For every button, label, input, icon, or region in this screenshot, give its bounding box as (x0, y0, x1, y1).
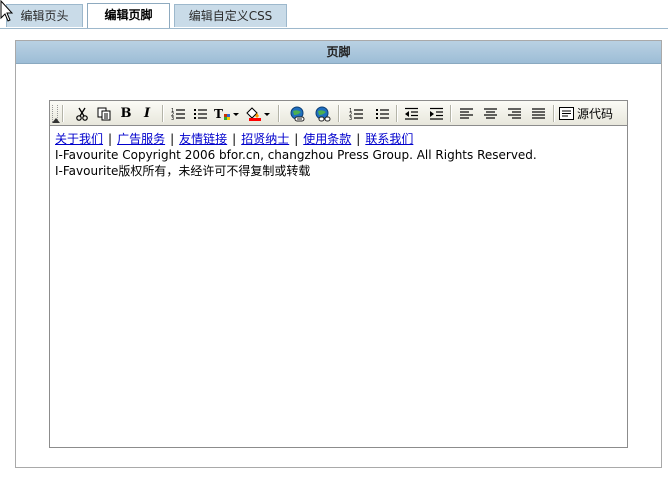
indent-icon (429, 107, 443, 120)
font-size-dropdown-icon: T (214, 107, 239, 121)
cut-button[interactable] (72, 104, 92, 123)
align-left-icon (459, 107, 473, 119)
align-left-button[interactable] (456, 104, 476, 123)
justify-button[interactable] (528, 104, 548, 123)
link-separator: | (294, 132, 299, 146)
align-center-button[interactable] (480, 104, 500, 123)
outdent-icon (404, 107, 418, 120)
unordered-list-button[interactable] (190, 104, 210, 123)
svg-text:3: 3 (171, 116, 174, 121)
panel-title: 页脚 (16, 41, 661, 64)
color-dropdown[interactable] (244, 104, 272, 123)
tab-label: 编辑页脚 (104, 8, 153, 22)
ordered-list-icon: 1 2 3 (171, 108, 185, 121)
source-code-icon (559, 107, 574, 120)
tab-edit-header[interactable]: 编辑页头 (6, 4, 83, 27)
mouse-pointer-icon (0, 0, 14, 22)
unordered-list-icon (193, 108, 207, 119)
editor-content-area[interactable]: 关于我们 | 广告服务 | 友情链接 | 招贤纳士 | 使用条款 | 联系我们 I-Favourit… (50, 126, 627, 184)
link-careers[interactable]: 招贤纳士 (241, 132, 289, 146)
toolbar-separator (338, 105, 340, 122)
insert-link-button[interactable] (286, 104, 308, 123)
toolbar-separator (62, 105, 64, 122)
link-separator: | (108, 132, 113, 146)
link-friend-links[interactable]: 友情链接 (179, 132, 227, 146)
link-terms-of-use[interactable]: 使用条款 (303, 132, 351, 146)
source-code-label: 源代码 (577, 107, 614, 121)
link-icon (290, 106, 304, 121)
tab-label: 编辑自定义CSS (188, 9, 273, 23)
link-ad-service[interactable]: 广告服务 (117, 132, 165, 146)
align-right-button[interactable] (504, 104, 524, 123)
tab-edit-custom-css[interactable]: 编辑自定义CSS (174, 4, 287, 27)
toolbar-separator (450, 105, 452, 122)
toolbar-separator (553, 105, 555, 122)
bold-button[interactable]: B (117, 104, 135, 123)
svg-text:3: 3 (349, 116, 352, 121)
toolbar-separator (162, 105, 164, 122)
toolbar-collapse-icon[interactable] (52, 118, 60, 123)
indent-button[interactable] (426, 104, 446, 123)
svg-text:T: T (214, 107, 223, 121)
bold-icon: B (120, 106, 132, 121)
tab-label: 编辑页头 (20, 9, 69, 23)
tab-bar: 编辑页头 编辑页脚 编辑自定义CSS (0, 0, 668, 29)
toolbar-separator (396, 105, 398, 122)
link-separator: | (356, 132, 361, 146)
cut-icon (76, 107, 88, 121)
justify-icon (531, 107, 545, 119)
ordered-list-button[interactable]: 1 2 3 (168, 104, 188, 123)
editor-toolbar: B I 1 2 3 T 1 2 3 源代码 (50, 101, 627, 126)
copy-icon (97, 107, 110, 120)
copyright-notice-text: I-Favourite版权所有，未经许可不得复制或转载 (55, 164, 311, 178)
unordered-list-icon (375, 108, 389, 119)
source-code-button[interactable]: 源代码 (559, 104, 619, 123)
copyright-text: I-Favourite Copyright 2006 bfor.cn, chan… (55, 148, 537, 162)
unlink-icon (315, 106, 330, 121)
font-size-dropdown[interactable]: T (213, 104, 241, 123)
ordered-list-icon: 1 2 3 (349, 108, 363, 121)
color-dropdown-icon (246, 106, 270, 121)
toolbar-separator (278, 105, 280, 122)
remove-link-button[interactable] (311, 104, 333, 123)
italic-icon: I (143, 106, 151, 121)
ordered-list-button-2[interactable]: 1 2 3 (346, 104, 366, 123)
align-right-icon (507, 107, 521, 119)
tab-edit-footer[interactable]: 编辑页脚 (87, 3, 170, 28)
footer-links-line: 关于我们 | 广告服务 | 友情链接 | 招贤纳士 | 使用条款 | 联系我们 (55, 131, 622, 147)
link-separator: | (232, 132, 237, 146)
unordered-list-button-2[interactable] (372, 104, 392, 123)
rich-text-editor[interactable]: B I 1 2 3 T 1 2 3 源代码 关于我们 | 广告服务 | 友情链接… (49, 100, 628, 448)
link-about-us[interactable]: 关于我们 (55, 132, 103, 146)
align-center-icon (483, 107, 497, 119)
link-contact-us[interactable]: 联系我们 (365, 132, 413, 146)
italic-button[interactable]: I (138, 104, 156, 123)
footer-panel: 页脚 B I 1 2 3 T 1 2 3 源代码 关于我们 | 广告服务 | 友… (15, 40, 662, 468)
link-separator: | (170, 132, 175, 146)
copy-button[interactable] (94, 104, 114, 123)
outdent-button[interactable] (401, 104, 421, 123)
